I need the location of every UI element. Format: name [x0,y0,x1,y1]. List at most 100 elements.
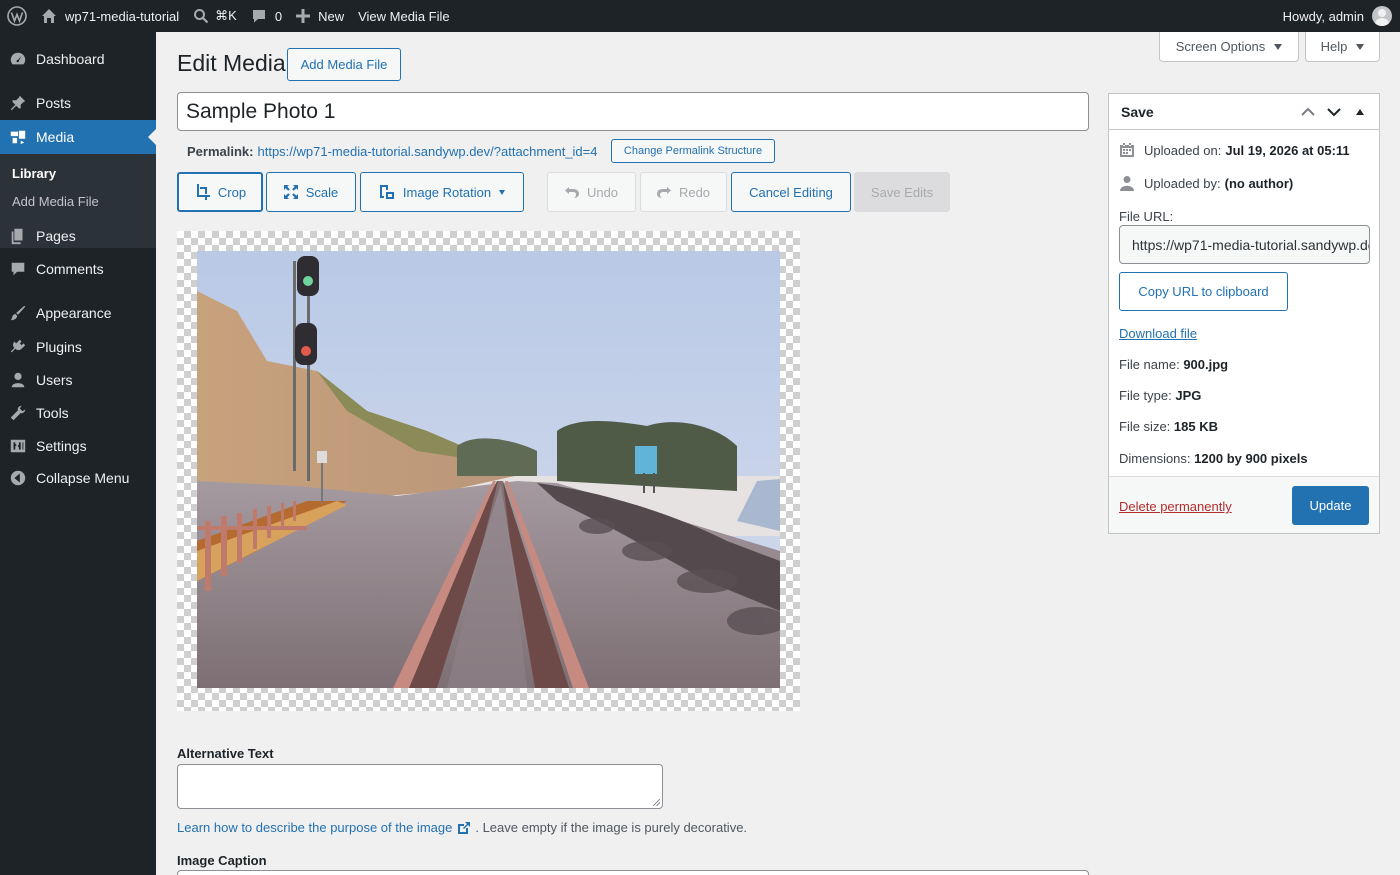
sidebar-collapse-menu[interactable]: Collapse Menu [0,461,156,495]
sidebar-item-posts[interactable]: Posts [0,86,156,120]
sidebar-item-dashboard[interactable]: Dashboard [0,42,156,76]
pages-icon [0,227,36,245]
view-media-file-link[interactable]: View Media File [351,0,457,32]
sidebar-item-label: Dashboard [36,51,105,67]
avatar [1372,6,1392,26]
image-rotation-dropdown[interactable]: Image Rotation [360,172,524,212]
search-icon [194,9,209,24]
person-icon [1120,176,1134,191]
comments-link[interactable]: 0 [244,0,289,32]
howdy-text: Howdy, admin [1282,8,1364,24]
file-name-row: File name: 900.jpg [1119,357,1228,372]
alt-text-textarea[interactable] [177,764,663,809]
sidebar-item-pages[interactable]: Pages [0,219,156,253]
search-shortcut: ⌘K [215,8,237,23]
site-name: wp71-media-tutorial [65,8,180,24]
scale-label: Scale [305,184,339,200]
redo-label: Redo [678,184,711,200]
sidebar-item-appearance[interactable]: Appearance [0,296,156,330]
uploaded-by-row: Uploaded by: (no author) [1119,175,1293,191]
new-label: New [318,8,345,24]
sidebar-item-users[interactable]: Users [0,363,156,397]
screen-options-label: Screen Options [1175,39,1266,54]
image-caption-label: Image Caption [177,853,267,868]
update-button[interactable]: Update [1292,486,1369,525]
copy-url-button[interactable]: Copy URL to clipboard [1119,272,1288,311]
external-link-icon [458,821,471,834]
media-icon [0,128,36,146]
save-box-title: Save [1121,103,1154,120]
sidebar-item-media[interactable]: Media [0,120,156,154]
screen-options-button[interactable]: Screen Options [1159,32,1299,62]
sidebar-item-label: Tools [36,405,69,421]
rotate-icon [379,185,394,199]
sidebar-item-comments[interactable]: Comments [0,252,156,286]
admin-bar: wp71-media-tutorial ⌘K 0 New View Media … [0,0,1400,32]
dashboard-icon [0,50,36,68]
sidebar-item-settings[interactable]: Settings [0,429,156,463]
cancel-editing-button[interactable]: Cancel Editing [731,172,851,212]
chevron-down-icon[interactable] [1321,107,1347,117]
sidebar-item-label: Pages [36,228,76,244]
crop-icon [196,184,210,200]
add-media-file-button[interactable]: Add Media File [287,48,401,81]
permalink-url-link[interactable]: https://wp71-media-tutorial.sandywp.dev/… [257,144,597,159]
new-content-button[interactable]: New [289,0,351,32]
wordpress-logo-icon[interactable] [0,0,35,32]
my-account-menu[interactable]: Howdy, admin [1276,0,1400,32]
uploaded-by-value: (no author) [1224,175,1294,191]
sidebar-item-tools[interactable]: Tools [0,396,156,430]
permalink-label: Permalink: [187,144,254,159]
comment-count: 0 [274,8,283,24]
uploaded-by-label: Uploaded by: [1144,175,1221,191]
caret-down-icon [1356,43,1365,50]
scale-button[interactable]: Scale [266,172,356,212]
delete-permanently-link[interactable]: Delete permanently [1119,499,1232,514]
sidebar-item-plugins[interactable]: Plugins [0,330,156,364]
sidebar-item-label: Appearance [36,305,112,321]
caret-down-icon [1274,43,1283,50]
image-caption-textarea[interactable] [177,870,1089,875]
alt-text-help: Learn how to describe the purpose of the… [177,820,747,835]
describe-image-help-link[interactable]: Learn how to describe the purpose of the… [177,820,452,835]
uploaded-on-value: Jul 19, 2026 at 05:11 [1225,142,1350,158]
uploaded-on-row: Uploaded on: Jul 19, 2026 at 05:11 [1119,142,1350,158]
collapse-triangle-icon[interactable] [1347,108,1373,116]
undo-label: Undo [586,184,619,200]
comment-icon [0,260,36,278]
save-edits-button[interactable]: Save Edits [854,172,950,212]
sidebar-item-label: Media [36,129,75,145]
submenu-item-add-media-file[interactable]: Add Media File [12,194,99,209]
site-name-link[interactable]: wp71-media-tutorial [35,0,186,32]
title-input[interactable]: Sample Photo 1 [177,92,1089,131]
file-type-value: JPG [1175,388,1202,403]
redo-button[interactable]: Redo [640,172,727,212]
wrench-icon [0,404,36,422]
media-image[interactable] [197,251,780,688]
file-url-input[interactable]: https://wp71-media-tutorial.sandywp.dev/… [1119,225,1370,264]
undo-button[interactable]: Undo [547,172,636,212]
collapse-icon [0,469,36,487]
plus-icon [296,9,311,23]
sidebar-item-label: Collapse Menu [36,470,130,486]
save-box-footer: Delete permanently Update [1109,476,1379,533]
image-rotation-label: Image Rotation [402,184,492,200]
change-permalink-structure-button[interactable]: Change Permalink Structure [611,139,775,163]
uploaded-on-label: Uploaded on: [1144,142,1222,158]
pin-icon [0,94,36,112]
sidebar-item-label: Settings [36,438,87,454]
permalink-row: Permalink: https://wp71-media-tutorial.sa… [187,144,597,159]
file-name-label: File name: [1119,357,1180,372]
help-button[interactable]: Help [1305,32,1380,62]
crop-button[interactable]: Crop [177,172,263,212]
calendar-icon [1120,143,1134,157]
file-size-value: 185 KB [1173,419,1218,434]
chevron-up-icon[interactable] [1295,107,1321,117]
submenu-item-library[interactable]: Library [12,166,56,181]
sidebar-item-label: Comments [36,261,104,277]
download-file-link[interactable]: Download file [1119,326,1197,341]
command-search-button[interactable]: ⌘K [186,0,244,32]
brush-icon [0,304,36,322]
file-url-label: File URL: [1119,209,1174,224]
dimensions-label: Dimensions: [1119,451,1191,466]
